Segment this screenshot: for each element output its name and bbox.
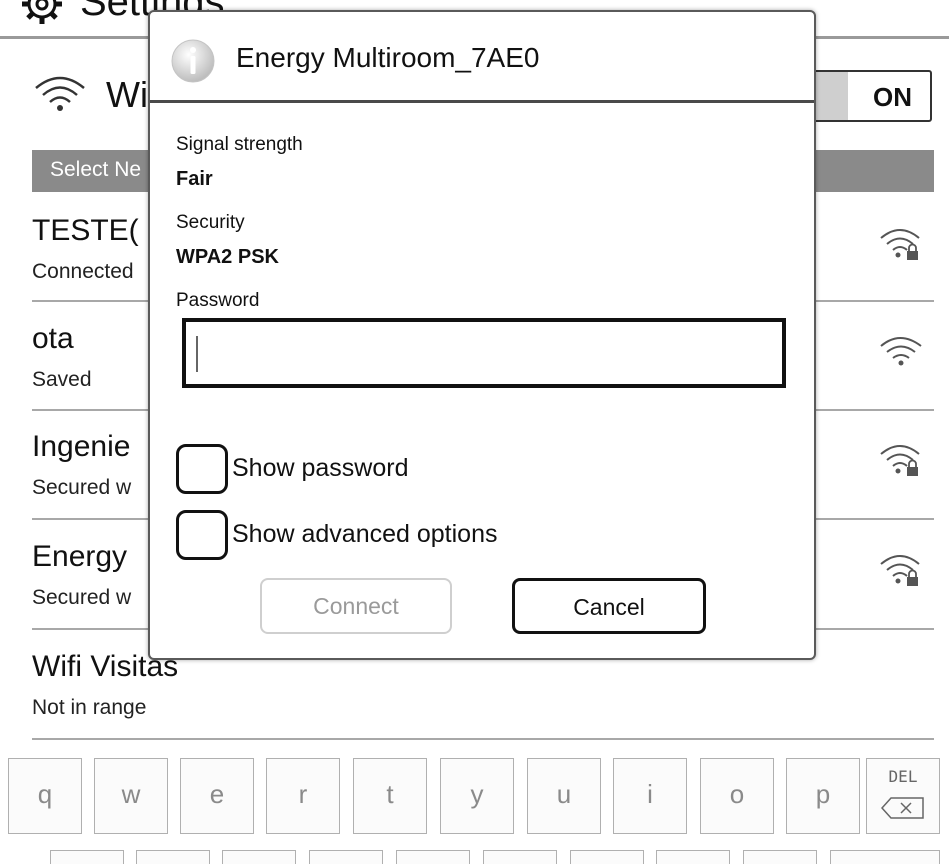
dialog-title: Energy Multiroom_7AE0 (236, 42, 540, 73)
key-p[interactable]: p (786, 758, 860, 834)
keyboard-row-2-key[interactable] (656, 850, 730, 864)
security-label: Security (176, 212, 245, 233)
gear-icon (22, 0, 62, 24)
show-advanced-options-checkbox[interactable] (176, 510, 228, 560)
key-label: q (37, 779, 53, 809)
key-label: p (815, 779, 831, 809)
select-network-label: Select Ne (50, 158, 142, 181)
toggle-on-label: ON (873, 82, 912, 112)
password-input[interactable] (182, 318, 786, 388)
network-status: Secured w (32, 586, 132, 609)
network-name: Ingenie (32, 430, 131, 463)
key-label: i (647, 779, 653, 809)
keyboard-row-2-key[interactable] (136, 850, 210, 864)
network-status: Connected (32, 260, 134, 283)
network-status: Secured w (32, 476, 132, 499)
dialog-title-divider (150, 100, 814, 103)
connect-button[interactable]: Connect (260, 578, 452, 634)
wifi-lock-icon (880, 445, 920, 476)
backspace-icon (881, 797, 924, 819)
key-o[interactable]: o (700, 758, 774, 834)
key-q[interactable]: q (8, 758, 82, 834)
security-value: WPA2 PSK (176, 246, 279, 268)
network-status: Saved (32, 368, 92, 391)
network-item-wifi-visitas[interactable]: Wifi Visitas Not in range (32, 650, 934, 758)
key-label: w (121, 779, 141, 809)
key-i[interactable]: i (613, 758, 687, 834)
wifi-icon (35, 76, 85, 111)
delete-key-label: DEL (888, 767, 918, 786)
keyboard-row-2-key[interactable] (222, 850, 296, 864)
keyboard-row-2-key[interactable] (483, 850, 557, 864)
keyboard-row-2-key[interactable] (50, 850, 124, 864)
info-icon (171, 39, 215, 83)
wifi-lock-icon (880, 555, 920, 586)
signal-strength-label: Signal strength (176, 134, 303, 155)
keyboard-row-2-key[interactable] (830, 850, 940, 864)
list-divider (32, 738, 934, 740)
keyboard-row-2-key[interactable] (396, 850, 470, 864)
network-status: Not in range (32, 696, 147, 719)
network-name: TESTE( (32, 214, 139, 247)
key-label: r (298, 779, 308, 809)
key-delete[interactable]: DEL (866, 758, 940, 834)
wifi-label: Wi (106, 74, 148, 115)
key-label: o (729, 779, 745, 809)
show-password-checkbox[interactable] (176, 444, 228, 494)
key-label: t (386, 779, 394, 809)
key-label: y (470, 779, 484, 809)
wifi-toggle[interactable]: ON (800, 70, 932, 122)
key-label: e (209, 779, 225, 809)
key-w[interactable]: w (94, 758, 168, 834)
wifi-icon (880, 337, 922, 366)
show-password-label[interactable]: Show password (232, 454, 408, 483)
key-e[interactable]: e (180, 758, 254, 834)
show-advanced-options-label[interactable]: Show advanced options (232, 520, 497, 549)
network-name: ota (32, 322, 74, 355)
keyboard-row-2-key[interactable] (570, 850, 644, 864)
onscreen-keyboard: q w e r t y u i o p DEL (0, 748, 949, 864)
keyboard-row-2-key[interactable] (743, 850, 817, 864)
password-label: Password (176, 290, 260, 311)
wifi-settings-screen: Settings Wi ON Select Ne TESTE( Connecte… (0, 0, 949, 864)
text-cursor (196, 336, 198, 372)
wifi-lock-icon (880, 229, 920, 260)
keyboard-row-2-key[interactable] (309, 850, 383, 864)
cancel-button[interactable]: Cancel (512, 578, 706, 634)
key-label: u (556, 779, 572, 809)
signal-strength-value: Fair (176, 168, 213, 190)
key-y[interactable]: y (440, 758, 514, 834)
network-name: Energy (32, 540, 128, 573)
key-t[interactable]: t (353, 758, 427, 834)
key-r[interactable]: r (266, 758, 340, 834)
wifi-connect-dialog: Energy Multiroom_7AE0 Signal strength Fa… (148, 10, 816, 660)
key-u[interactable]: u (527, 758, 601, 834)
